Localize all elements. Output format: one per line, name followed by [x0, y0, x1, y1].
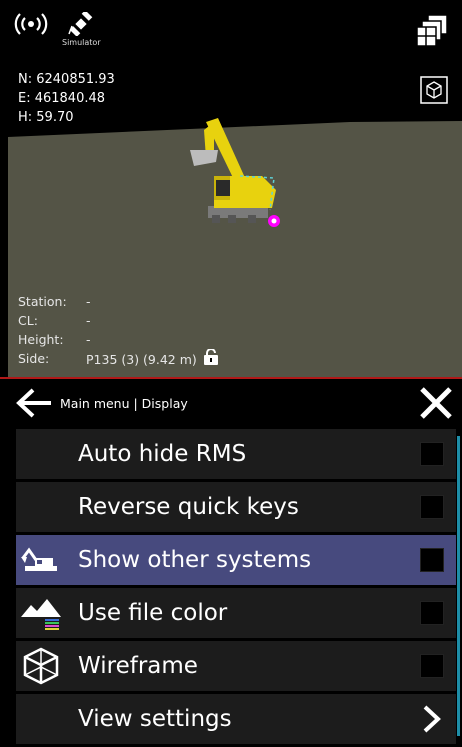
height-value: - — [86, 332, 91, 347]
breadcrumb: Main menu | Display — [60, 395, 188, 411]
scrollbar[interactable] — [457, 436, 460, 736]
mountain-color-icon — [16, 588, 66, 638]
station-value: - — [86, 294, 91, 309]
menu-item-label: View settings — [78, 706, 232, 732]
close-icon[interactable] — [416, 383, 456, 423]
height-label: Height: — [18, 332, 64, 347]
side-value: P135 (3) (9.42 m) — [86, 352, 197, 367]
menu-header: Main menu | Display — [0, 379, 462, 427]
checkbox[interactable] — [420, 442, 444, 466]
map-viewport[interactable]: Simulator N: 6240851.93 E: 461840.48 H: … — [0, 0, 462, 378]
wireframe-cube-icon — [16, 641, 66, 691]
checkbox[interactable] — [420, 654, 444, 678]
radio-signal-icon[interactable] — [14, 12, 48, 36]
alignment-info: Station: - CL: - Height: - Side: P135 (3) (… — [18, 292, 219, 370]
checkbox[interactable] — [420, 548, 444, 572]
cl-label: CL: — [18, 313, 38, 328]
menu-item-label: Wireframe — [78, 653, 198, 679]
coordinates-readout: N: 6240851.93 E: 461840.48 H: 59.70 — [18, 70, 115, 127]
excavator-icon — [16, 535, 66, 585]
simulator-label: Simulator — [62, 38, 101, 47]
settings-list: Auto hide RMS Reverse quick keys Show ot… — [16, 429, 456, 747]
satellite-icon[interactable]: Simulator — [62, 12, 101, 47]
layers-icon[interactable] — [416, 14, 448, 52]
view-cube-icon[interactable] — [420, 76, 448, 108]
height: H: 59.70 — [18, 110, 74, 125]
northing: N: 6240851.93 — [18, 72, 115, 87]
menu-item-wireframe[interactable]: Wireframe — [16, 641, 456, 691]
cl-value: - — [86, 313, 91, 328]
side-label: Side: — [18, 351, 50, 366]
menu-item-label: Reverse quick keys — [78, 494, 299, 520]
menu-item-show-other-systems[interactable]: Show other systems — [16, 535, 456, 585]
menu-item-reverse-quick-keys[interactable]: Reverse quick keys — [16, 482, 456, 532]
checkbox[interactable] — [420, 495, 444, 519]
menu-item-view-settings[interactable]: View settings — [16, 694, 456, 744]
menu-item-label: Show other systems — [78, 547, 312, 573]
chevron-right-icon — [420, 704, 444, 734]
lock-icon[interactable] — [203, 348, 219, 370]
menu-item-auto-hide-rms[interactable]: Auto hide RMS — [16, 429, 456, 479]
menu-item-label: Use file color — [78, 600, 228, 626]
menu-item-label: Auto hide RMS — [78, 441, 247, 467]
menu-item-use-file-color[interactable]: Use file color — [16, 588, 456, 638]
checkbox[interactable] — [420, 601, 444, 625]
easting: E: 461840.48 — [18, 91, 106, 106]
station-label: Station: — [18, 294, 67, 309]
back-arrow-icon[interactable] — [12, 381, 56, 425]
